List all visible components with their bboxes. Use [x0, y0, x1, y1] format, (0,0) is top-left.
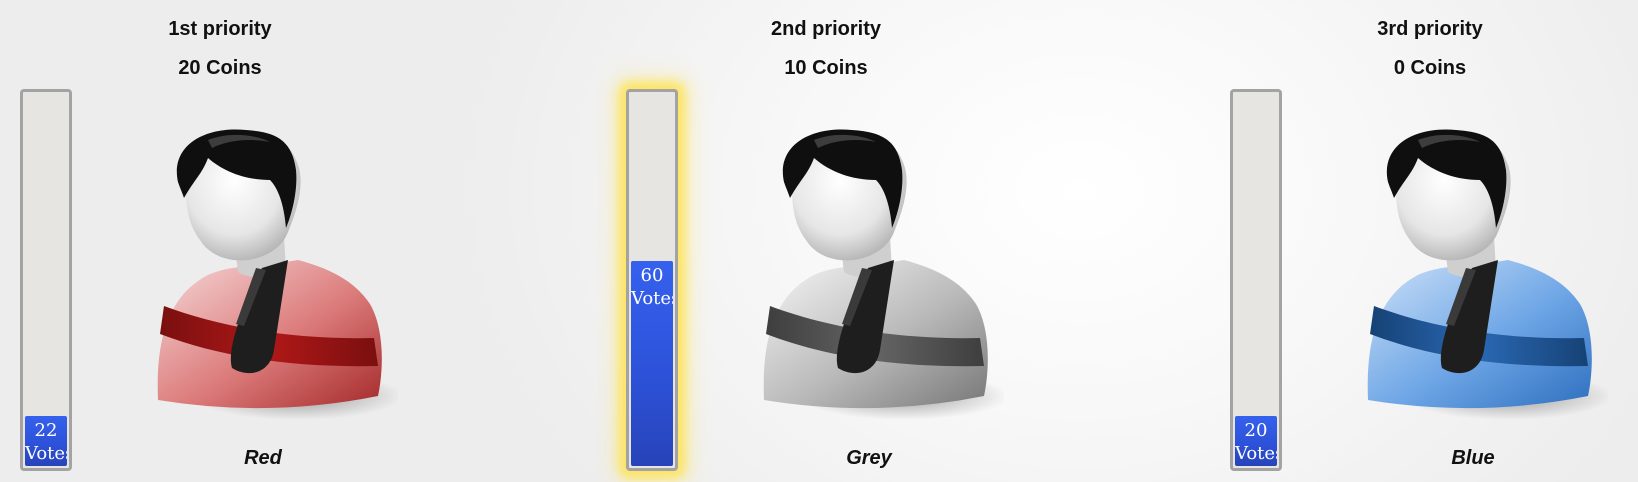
user-silhouette-icon[interactable]	[1348, 128, 1608, 428]
priority-label: 1st priority	[168, 18, 272, 40]
vote-count: 60	[640, 265, 664, 286]
vote-unit: Votes	[25, 443, 67, 464]
candidate-column-grey: 2nd priority 10 Coins 60 Votes	[626, 0, 1046, 482]
vote-unit: Votes	[631, 288, 673, 309]
vote-meter[interactable]: 22 Votes	[20, 89, 72, 471]
priority-label: 3rd priority	[1377, 18, 1483, 40]
candidate-name: Red	[244, 447, 282, 469]
candidate-column-blue: 3rd priority 0 Coins 20 Votes	[1230, 0, 1638, 482]
candidate-name: Blue	[1451, 447, 1495, 469]
vote-fill: 20 Votes	[1235, 416, 1277, 466]
candidate-column-red: 1st priority 20 Coins 22 Votes	[20, 0, 440, 482]
user-silhouette-icon[interactable]	[744, 128, 1004, 428]
coins-label: 10 Coins	[784, 57, 868, 79]
vote-meter[interactable]: 20 Votes	[1230, 89, 1282, 471]
priority-label: 2nd priority	[770, 18, 881, 40]
vote-unit: Votes	[1235, 443, 1277, 464]
candidate-name: Grey	[846, 447, 892, 469]
vote-meter[interactable]: 60 Votes	[626, 89, 678, 471]
vote-count: 20	[1244, 420, 1268, 441]
coins-label: 20 Coins	[178, 57, 262, 79]
vote-count: 22	[34, 420, 58, 441]
user-silhouette-icon[interactable]	[138, 128, 398, 428]
vote-fill: 22 Votes	[25, 416, 67, 466]
vote-fill: 60 Votes	[631, 261, 673, 466]
coins-label: 0 Coins	[1393, 57, 1467, 79]
